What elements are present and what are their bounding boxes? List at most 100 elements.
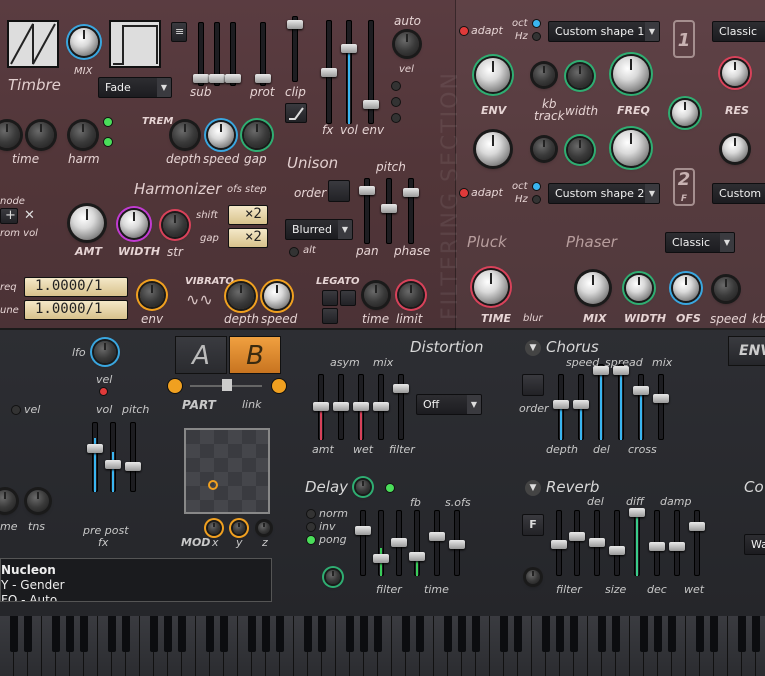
distortion-mode-select[interactable]: Off ▼	[416, 394, 482, 415]
black-key[interactable]	[206, 616, 214, 652]
speed-knob[interactable]	[208, 122, 234, 148]
width-knob-2[interactable]	[568, 138, 592, 162]
z-knob[interactable]	[258, 522, 270, 534]
phaser-width-knob[interactable]	[626, 275, 652, 301]
black-key[interactable]	[458, 616, 466, 652]
black-key[interactable]	[318, 616, 326, 652]
tab-b[interactable]: B	[229, 336, 281, 374]
time-knob[interactable]	[28, 122, 54, 148]
freq-display[interactable]: 1.0000/1	[24, 277, 128, 297]
unison-mode-select[interactable]: Blurred ▼	[285, 219, 353, 240]
black-key[interactable]	[108, 616, 116, 652]
vibrato-depth-knob[interactable]	[228, 283, 254, 309]
delay-power-button[interactable]	[326, 570, 340, 584]
chorus-mix-slider[interactable]	[653, 374, 669, 440]
legato-time-knob[interactable]	[364, 283, 388, 307]
env-slider[interactable]	[363, 20, 379, 124]
shift-value[interactable]: ×2	[228, 205, 268, 225]
me-knob[interactable]	[0, 490, 16, 512]
pre-slider[interactable]	[87, 422, 103, 492]
harm-knob[interactable]	[70, 122, 96, 148]
env-knob-1[interactable]	[476, 58, 510, 92]
chorus-cross-slider[interactable]	[633, 374, 649, 440]
part-slider[interactable]	[168, 376, 288, 396]
black-key[interactable]	[10, 616, 18, 652]
dist-filter-slider[interactable]	[393, 374, 409, 440]
clip-curve-button[interactable]	[285, 103, 307, 123]
black-key[interactable]	[164, 616, 172, 652]
oct-radio-2[interactable]	[533, 183, 540, 190]
legato-button-3[interactable]	[322, 308, 338, 324]
chorus-depth-slider[interactable]	[553, 374, 569, 440]
sub-slider-3[interactable]	[225, 22, 241, 86]
freq-knob-1[interactable]	[613, 56, 649, 92]
mix-knob[interactable]	[70, 28, 98, 56]
tab-a[interactable]: A	[175, 336, 227, 374]
amt-knob[interactable]	[70, 206, 104, 240]
inv-radio[interactable]	[307, 523, 315, 531]
legato-limit-knob[interactable]	[399, 283, 423, 307]
filter-link-knob[interactable]	[672, 100, 698, 126]
post-slider[interactable]	[105, 422, 121, 492]
black-key[interactable]	[668, 616, 676, 652]
unison-slider-3[interactable]	[403, 178, 419, 244]
reverb-slider-5[interactable]	[629, 508, 645, 576]
black-key[interactable]	[500, 616, 508, 652]
black-key[interactable]	[514, 616, 522, 652]
filter-type-select-2[interactable]: Custom sh	[712, 183, 765, 204]
black-key[interactable]	[570, 616, 578, 652]
black-key[interactable]	[612, 616, 620, 652]
curve-option-2[interactable]	[392, 98, 400, 106]
reverb-slider-4[interactable]	[609, 510, 625, 576]
kb-track-knob-1[interactable]	[533, 64, 555, 86]
phaser-speed-knob[interactable]	[714, 277, 738, 301]
auto-knob[interactable]	[395, 32, 419, 56]
env-knob-2[interactable]	[476, 132, 510, 166]
filter-shape-select-1[interactable]: Custom shape 1 ▼	[548, 21, 660, 42]
black-key[interactable]	[444, 616, 452, 652]
legato-button-1[interactable]	[322, 290, 338, 306]
depth-knob[interactable]	[172, 122, 198, 148]
waveform-display-a[interactable]	[7, 20, 59, 68]
adapt-toggle-2[interactable]	[460, 189, 468, 197]
black-key[interactable]	[472, 616, 480, 652]
black-key[interactable]	[262, 616, 270, 652]
sub-slider-1[interactable]	[193, 22, 209, 86]
black-key[interactable]	[598, 616, 606, 652]
sub-slider-2[interactable]	[209, 22, 225, 86]
phaser-type-select[interactable]: Classic ▼	[665, 232, 735, 253]
res-knob[interactable]	[722, 60, 748, 86]
black-key[interactable]	[220, 616, 228, 652]
width-knob-1[interactable]	[568, 64, 592, 88]
delay-toggle-knob[interactable]	[356, 480, 370, 494]
black-key[interactable]	[542, 616, 550, 652]
black-key[interactable]	[738, 616, 746, 652]
delay-slider-4[interactable]	[409, 510, 425, 576]
reverb-slider-8[interactable]	[689, 510, 705, 576]
preset-display[interactable]: Nucleon Y - Gender FO - Auto	[0, 558, 272, 602]
curve-option-1[interactable]	[392, 82, 400, 90]
xy-pad[interactable]	[184, 428, 270, 514]
reverb-f-button[interactable]: F	[522, 514, 544, 536]
delay-slider-1[interactable]	[355, 510, 371, 576]
black-key[interactable]	[696, 616, 704, 652]
fx-send-slider[interactable]	[125, 422, 141, 492]
black-key[interactable]	[178, 616, 186, 652]
black-key[interactable]	[416, 616, 424, 652]
tune-display[interactable]: 1.0000/1	[24, 300, 128, 320]
add-node-button[interactable]: +	[0, 208, 18, 224]
vol-slider[interactable]	[341, 20, 357, 124]
chorus-del-slider[interactable]	[593, 364, 609, 440]
menu-button[interactable]: ≡	[171, 22, 187, 42]
black-key[interactable]	[710, 616, 718, 652]
hz-radio-1[interactable]	[533, 33, 540, 40]
freq-knob-2[interactable]	[613, 130, 649, 166]
prot-slider[interactable]	[255, 22, 271, 86]
fade-select[interactable]: Fade ▼	[98, 77, 172, 98]
phaser-mix-knob[interactable]	[577, 272, 609, 304]
delay-slider-2[interactable]	[373, 510, 389, 576]
black-key[interactable]	[52, 616, 60, 652]
gap-value[interactable]: ×2	[228, 228, 268, 248]
kb-track-knob-2[interactable]	[533, 138, 555, 160]
waveform-display-b[interactable]	[109, 20, 161, 68]
